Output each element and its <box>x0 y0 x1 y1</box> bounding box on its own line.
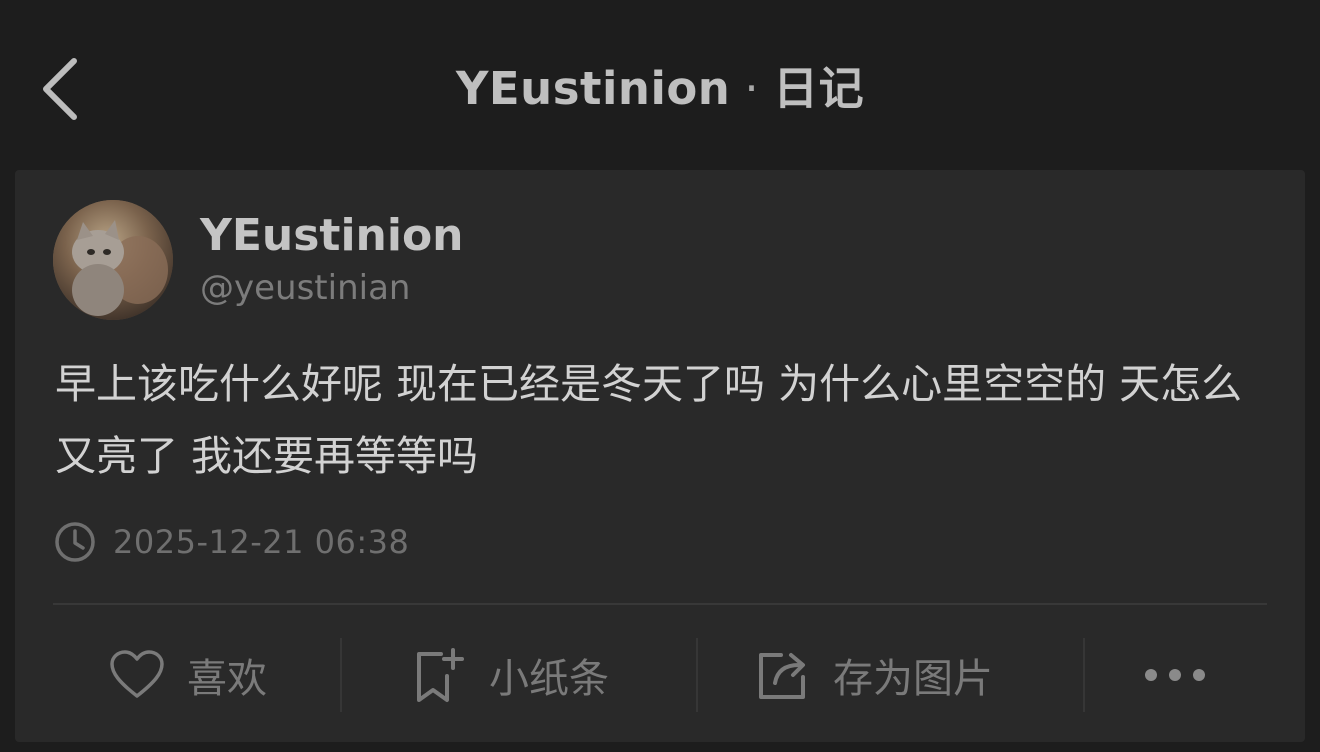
note-button[interactable]: 小纸条 <box>411 640 609 710</box>
top-nav-bar: YEustinion · 日记 <box>0 0 1320 160</box>
post-card: YEustinion @yeustinian 早上该吃什么好呢 现在已经是冬天了… <box>15 170 1305 742</box>
more-button[interactable] <box>1135 640 1215 710</box>
more-dots-icon <box>1145 669 1205 681</box>
post-content: 早上该吃什么好呢 现在已经是冬天了吗 为什么心里空空的 天怎么又亮了 我还要再等… <box>55 360 1243 480</box>
save-image-button[interactable]: 存为图片 <box>755 640 993 710</box>
like-button[interactable]: 喜欢 <box>109 640 267 710</box>
display-name[interactable]: YEustinion <box>200 208 464 264</box>
bookmark-plus-icon <box>417 648 464 702</box>
diary-post-page: YEustinion · 日记 YEustinion @yeustinian 早… <box>0 0 1320 752</box>
page-title-separator: · <box>744 62 760 115</box>
action-separator <box>1083 638 1085 712</box>
post-timestamp: 2025-12-21 06:38 <box>113 523 410 561</box>
avatar-image <box>53 200 173 320</box>
heart-icon <box>110 650 164 698</box>
action-bar: 喜欢 小纸条 存为图片 <box>15 606 1305 742</box>
timestamp-row: 2025-12-21 06:38 <box>53 518 409 566</box>
save-image-label: 存为图片 <box>833 656 993 702</box>
page-title: YEustinion · 日记 <box>0 58 1320 120</box>
user-handle: @yeustinian <box>200 268 411 308</box>
avatar[interactable] <box>53 200 173 320</box>
page-title-section: 日记 <box>773 62 865 115</box>
note-label: 小纸条 <box>489 656 609 702</box>
share-out-icon <box>759 653 805 699</box>
clock-icon <box>55 522 95 562</box>
action-separator <box>696 638 698 712</box>
divider <box>53 603 1267 605</box>
like-label: 喜欢 <box>187 656 267 702</box>
action-separator <box>340 638 342 712</box>
page-title-name: YEustinion <box>455 62 731 115</box>
